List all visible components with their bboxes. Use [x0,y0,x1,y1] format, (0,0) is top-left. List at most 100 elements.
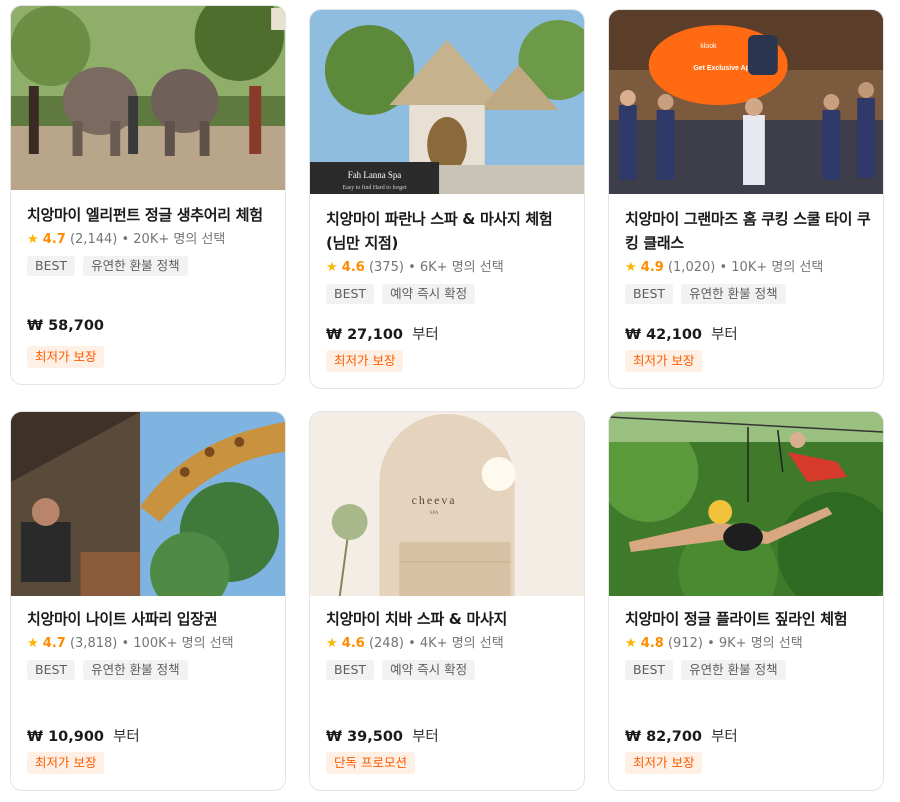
price-value: 58,700 [48,318,105,334]
price-suffix: 부터 [412,327,439,343]
star-icon: ★ [625,636,637,651]
review-count: (1,020) [667,260,716,275]
price-suffix: 부터 [412,729,439,745]
tag-best: BEST [625,660,674,680]
rating-row: ★ 4.6 (248) • 4K+ 명의 선택 [326,635,572,653]
booked-count: • 100K+ 명의 선택 [121,636,234,651]
price: ₩ 58,700 [27,318,104,334]
image-caption: cheeva [412,493,457,507]
booked-count: • 20K+ 명의 선택 [121,232,226,247]
rating-row: ★ 4.8 (912) • 9K+ 명의 선택 [625,635,871,653]
promo-badge: 최저가 보장 [27,752,105,774]
price: ₩ 42,100 부터 [625,323,738,344]
product-card-fah-lanna-spa[interactable]: Fah Lanna Spa Easy to find Hard to forge… [309,9,585,389]
price: ₩ 82,700 부터 [625,725,738,746]
tag-list: BEST 유연한 환불 정책 [625,283,871,304]
currency-symbol: ₩ [625,729,641,745]
price-suffix: 부터 [711,729,738,745]
tag-best: BEST [27,660,76,680]
rating-row: ★ 4.7 (3,818) • 100K+ 명의 선택 [27,635,273,653]
booked-count: • 9K+ 명의 선택 [707,636,803,651]
image-subcaption: Easy to find Hard to forget [343,184,407,191]
promo-badge: 최저가 보장 [27,346,105,368]
rating-score: 4.6 [341,260,365,275]
rating-score: 4.7 [42,232,66,247]
price-suffix: 부터 [711,327,738,343]
star-icon: ★ [27,232,39,247]
rating-score: 4.6 [341,636,365,651]
tag-list: BEST 예약 즉시 확정 [326,659,572,680]
booked-count: • 4K+ 명의 선택 [408,636,504,651]
promo-badge: 단독 프로모션 [326,752,415,774]
card-image: Fah Lanna Spa Easy to find Hard to forge… [310,10,584,194]
price-suffix: 부터 [113,729,140,745]
product-card-cooking-class[interactable]: klook Get Exclusive Apron 치앙마이 그랜마즈 홈 쿠킹… [608,9,884,389]
star-icon: ★ [27,636,39,651]
promo-badge: 최저가 보장 [326,350,404,372]
price: ₩ 27,100 부터 [326,323,439,344]
card-image [11,6,285,190]
product-card-night-safari[interactable]: 치앙마이 나이트 사파리 입장권 ★ 4.7 (3,818) • 100K+ 명… [10,411,286,791]
currency-symbol: ₩ [27,729,43,745]
card-image: klook Get Exclusive Apron [609,10,883,194]
price-value: 10,900 [48,729,105,745]
star-icon: ★ [625,260,637,275]
product-card-elephant[interactable]: 치앙마이 엘리펀트 정글 생추어리 체험 ★ 4.7 (2,144) • 20K… [10,5,286,385]
star-icon: ★ [326,260,338,275]
tag-best: BEST [625,284,674,304]
review-count: (3,818) [69,636,118,651]
price: ₩ 10,900 부터 [27,725,140,746]
review-count: (912) [667,636,703,651]
review-count: (375) [368,260,404,275]
tag-list: BEST 유연한 환불 정책 [27,659,273,680]
rating-score: 4.9 [640,260,664,275]
promo-badge: 최저가 보장 [625,350,703,372]
currency-symbol: ₩ [326,327,342,343]
rating-row: ★ 4.7 (2,144) • 20K+ 명의 선택 [27,231,273,249]
rating-row: ★ 4.9 (1,020) • 10K+ 명의 선택 [625,259,871,277]
card-image [609,412,883,596]
product-card-zipline[interactable]: 치앙마이 정글 플라이트 짚라인 체험 ★ 4.8 (912) • 9K+ 명의… [608,411,884,791]
rating-score: 4.8 [640,636,664,651]
card-title[interactable]: 치앙마이 나이트 사파리 입장권 [27,607,273,631]
image-caption: Fah Lanna Spa [348,170,402,180]
tag-best: BEST [326,660,375,680]
booked-count: • 10K+ 명의 선택 [719,260,824,275]
card-title[interactable]: 치앙마이 엘리펀트 정글 생추어리 체험 [27,203,273,227]
tag-list: BEST 유연한 환불 정책 [625,659,871,680]
promo-badge: 최저가 보장 [625,752,703,774]
tag-best: BEST [326,284,375,304]
review-count: (2,144) [69,232,118,247]
star-icon: ★ [326,636,338,651]
tag-policy: 유연한 환불 정책 [83,256,188,276]
price: ₩ 39,500 부터 [326,725,439,746]
currency-symbol: ₩ [326,729,342,745]
booked-count: • 6K+ 명의 선택 [408,260,504,275]
price-value: 27,100 [347,327,404,343]
card-image [11,412,285,596]
review-count: (248) [368,636,404,651]
tag-policy: 유연한 환불 정책 [83,660,188,680]
tag-policy: 유연한 환불 정책 [681,660,786,680]
tag-best: BEST [27,256,76,276]
card-title[interactable]: 치앙마이 파란나 스파 & 마사지 체험 (님만 지점) [326,207,572,255]
currency-symbol: ₩ [27,318,43,334]
badge-brand: klook [700,43,717,50]
currency-symbol: ₩ [625,327,641,343]
tag-list: BEST 예약 즉시 확정 [326,283,572,304]
price-value: 82,700 [646,729,703,745]
card-title[interactable]: 치앙마이 정글 플라이트 짚라인 체험 [625,607,871,631]
card-title[interactable]: 치앙마이 그랜마즈 홈 쿠킹 스쿨 타이 쿠킹 클래스 [625,207,871,255]
tag-confirm: 예약 즉시 확정 [382,284,476,304]
tag-list: BEST 유연한 환불 정책 [27,255,273,276]
tag-confirm: 예약 즉시 확정 [382,660,476,680]
rating-row: ★ 4.6 (375) • 6K+ 명의 선택 [326,259,572,277]
tag-policy: 유연한 환불 정책 [681,284,786,304]
card-title[interactable]: 치앙마이 치바 스파 & 마사지 [326,607,572,631]
price-value: 42,100 [646,327,703,343]
image-subcaption: SPA [430,511,439,516]
product-card-cheeva-spa[interactable]: cheeva SPA 치앙마이 치바 스파 & 마사지 ★ 4.6 (248) … [309,411,585,791]
rating-score: 4.7 [42,636,66,651]
price-value: 39,500 [347,729,404,745]
card-image: cheeva SPA [310,412,584,596]
